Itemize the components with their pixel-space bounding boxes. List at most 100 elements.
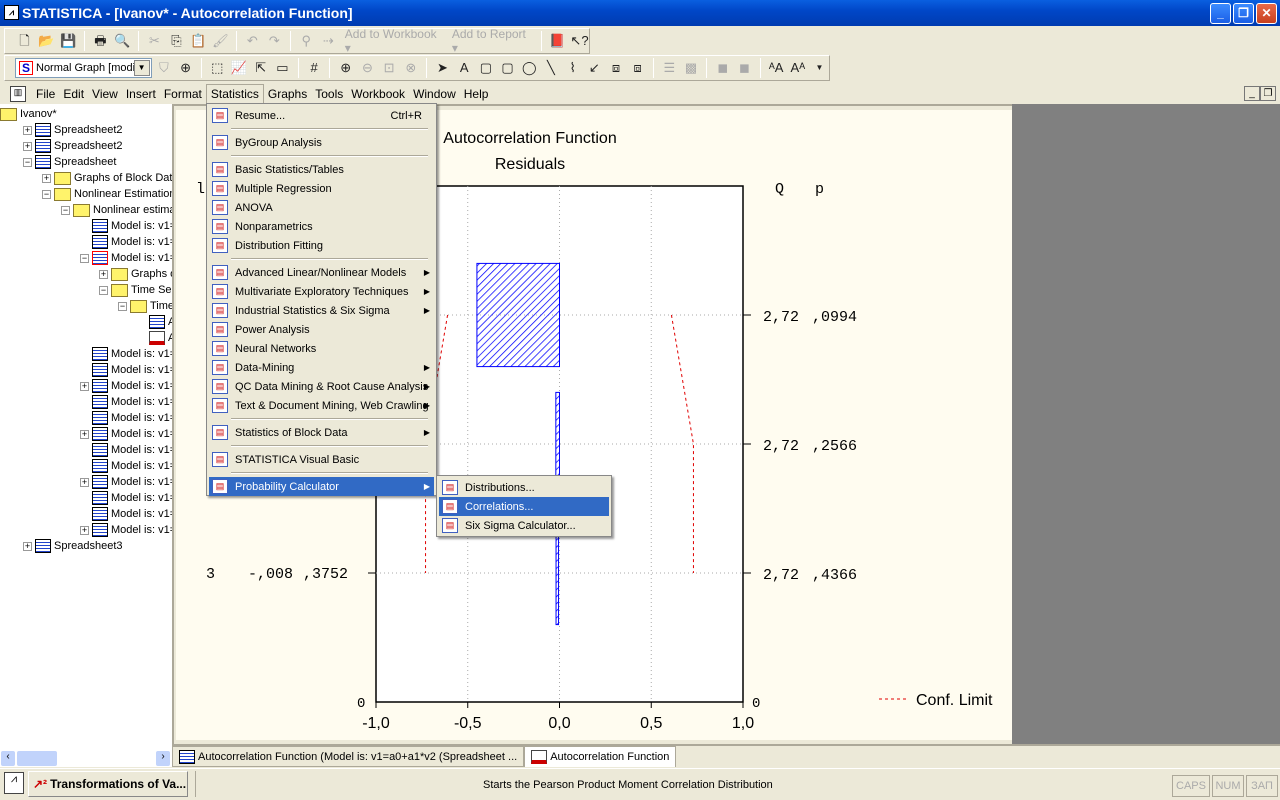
ellipse-tool-icon[interactable]: ◯ [520,58,539,78]
toolbar-options-icon[interactable]: ▼ [810,58,829,78]
tree-item[interactable]: Model is: v1=a0 [92,474,172,490]
tab-autocorrelation-graph[interactable]: Autocorrelation Function [524,746,677,767]
scroll-left-button[interactable]: ‹ [1,751,15,766]
rounded-rect-tool-icon[interactable]: ▢ [498,58,517,78]
whats-this-help-icon[interactable]: ↖? [570,31,589,51]
tree-item[interactable]: Model is: v1=a0 [92,426,172,442]
tree-item[interactable]: Model is: v1=a0 [92,250,172,266]
menu-item-multiple-regression[interactable]: ▤ Multiple Regression [209,179,434,198]
rectangle-tool-icon[interactable]: ▢ [477,58,496,78]
tree-item[interactable]: Spreadsheet2 [35,122,123,138]
tree-item[interactable]: Nonlinear estimatio [73,202,172,218]
menu-item-industrial-statistics-six-sigma[interactable]: ▤ Industrial Statistics & Six Sigma ▶ [209,301,434,320]
align-icon[interactable]: ☰ [660,58,679,78]
tree-item[interactable]: Aut [149,330,172,346]
menu-item-nonparametrics[interactable]: ▤ Nonparametrics [209,217,434,236]
taskbar-transformations-button[interactable]: ↗² Transformations of Va... [28,771,188,797]
tree-item[interactable]: Spreadsheet [35,154,116,170]
zoom-out-icon[interactable]: ⊖ [358,58,377,78]
mdi-restore-button[interactable]: ❐ [1260,86,1276,101]
print-preview-icon[interactable]: 🔍 [113,31,132,51]
menu-item-multivariate-exploratory-techniques[interactable]: ▤ Multivariate Exploratory Techniques ▶ [209,282,434,301]
send-back-icon[interactable]: ◼ [735,58,754,78]
grid-icon[interactable]: # [305,58,324,78]
zoom-in-icon[interactable]: ⊕ [336,58,355,78]
menu-insert[interactable]: Insert [122,85,160,103]
menu-item-six-sigma-calculator[interactable]: ▤ Six Sigma Calculator... [439,516,609,535]
chevron-down-icon[interactable]: ▼ [133,60,150,76]
find-icon[interactable]: ⚲ [297,31,316,51]
graph-window-icon[interactable]: ▭ [273,58,292,78]
tree-item[interactable]: Model is: v1=a0 [92,362,172,378]
decrease-font-icon[interactable]: Aᴬ [788,58,807,78]
menu-item-power-analysis[interactable]: ▤ Power Analysis [209,320,434,339]
undo-icon[interactable]: ↶ [243,31,262,51]
arrow-tool-icon[interactable]: ↙ [585,58,604,78]
menu-item-data-mining[interactable]: ▤ Data-Mining ▶ [209,358,434,377]
expand-icon[interactable]: + [23,142,32,151]
text-tool-icon[interactable]: A [455,58,474,78]
tree-item[interactable]: Time Series [111,282,172,298]
resize-graph-icon[interactable]: ⇱ [251,58,270,78]
tree-item[interactable]: Time Se [130,298,172,314]
copy-icon[interactable]: ⎘ [167,31,186,51]
zoom-target-icon[interactable]: ⊕ [176,58,195,78]
menu-file[interactable]: File [32,85,59,103]
tree-item[interactable]: Spreadsheet3 [35,538,123,554]
zoom-reset-icon[interactable]: ⊗ [401,58,420,78]
select-graph-icon[interactable]: ⬚ [208,58,227,78]
tree-horizontal-scrollbar[interactable]: ‹ › [0,750,172,767]
add-to-workbook-button[interactable]: Add to Workbook ▾ [341,27,445,55]
help-book-icon[interactable]: 📕 [548,31,567,51]
tree-item[interactable]: Model is: v1=a0 [92,394,172,410]
expand-icon[interactable]: + [23,542,32,551]
graph-data-icon[interactable]: 📈 [230,58,249,78]
minimize-button[interactable]: _ [1210,3,1231,24]
tree-item[interactable]: Nonlinear Estimation (S [54,186,172,202]
tree-item[interactable]: Graphs of Block Data (S [54,170,172,186]
format-painter-icon[interactable]: 🖌 [211,31,230,51]
menu-item-text-document-mining-web-crawling[interactable]: ▤ Text & Document Mining, Web Crawling ▶ [209,396,434,415]
close-button[interactable]: ✕ [1256,3,1277,24]
menu-help[interactable]: Help [460,85,493,103]
scroll-thumb[interactable] [17,751,57,766]
collapse-icon[interactable]: − [118,302,127,311]
expand-icon[interactable]: + [99,270,108,279]
menu-item-distribution-fitting[interactable]: ▤ Distribution Fitting [209,236,434,255]
menu-view[interactable]: View [88,85,122,103]
tree-item[interactable]: Model is: v1=a0 [92,218,172,234]
menu-item-probability-calculator[interactable]: ▤ Probability Calculator ▶ [209,477,434,496]
tree-item[interactable]: Model is: v1=a0 [92,410,172,426]
app-status-icon[interactable]: ⩘ [4,772,24,794]
menu-graphs[interactable]: Graphs [264,85,311,103]
menu-item-basic-statistics-tables[interactable]: ▤ Basic Statistics/Tables [209,160,434,179]
tree-item[interactable]: Model is: v1=a0 [92,346,172,362]
menu-item-neural-networks[interactable]: ▤ Neural Networks [209,339,434,358]
expand-icon[interactable]: + [80,478,89,487]
expand-icon[interactable]: + [80,382,89,391]
expand-icon[interactable]: + [42,174,51,183]
tree-item[interactable]: Model is: v1=a0 [92,506,172,522]
maximize-button[interactable]: ❐ [1233,3,1254,24]
print-icon[interactable]: 🖶 [91,31,110,51]
cut-icon[interactable]: ✂ [145,31,164,51]
graph-type-select[interactable]: S Normal Graph [modi... ▼ [15,58,152,78]
menu-item-correlations[interactable]: ▤ Correlations... [439,497,609,516]
menu-item-resume[interactable]: ▤ Resume... Ctrl+R [209,106,434,125]
menu-item-bygroup-analysis[interactable]: ▤ ByGroup Analysis [209,133,434,152]
redo-icon[interactable]: ↷ [265,31,284,51]
tree-item[interactable]: Model is: v1=a0 [92,458,172,474]
collapse-icon[interactable]: − [42,190,51,199]
menu-item-distributions[interactable]: ▤ Distributions... [439,478,609,497]
expand-icon[interactable]: + [80,526,89,535]
expand-icon[interactable]: + [80,430,89,439]
menu-item-advanced-linear-nonlinear-models[interactable]: ▤ Advanced Linear/Nonlinear Models ▶ [209,263,434,282]
tree-item[interactable]: Model is: v1=a0 [92,522,172,538]
bring-front-icon[interactable]: ◼ [713,58,732,78]
zoom-fit-icon[interactable]: ⊡ [380,58,399,78]
menu-item-qc-data-mining-root-cause-analysis[interactable]: ▤ QC Data Mining & Root Cause Analysis ▶ [209,377,434,396]
tree-item[interactable]: Model is: v1=a0 [92,490,172,506]
menu-format[interactable]: Format [160,85,206,103]
expand-icon[interactable]: + [23,126,32,135]
menu-tools[interactable]: Tools [311,85,347,103]
